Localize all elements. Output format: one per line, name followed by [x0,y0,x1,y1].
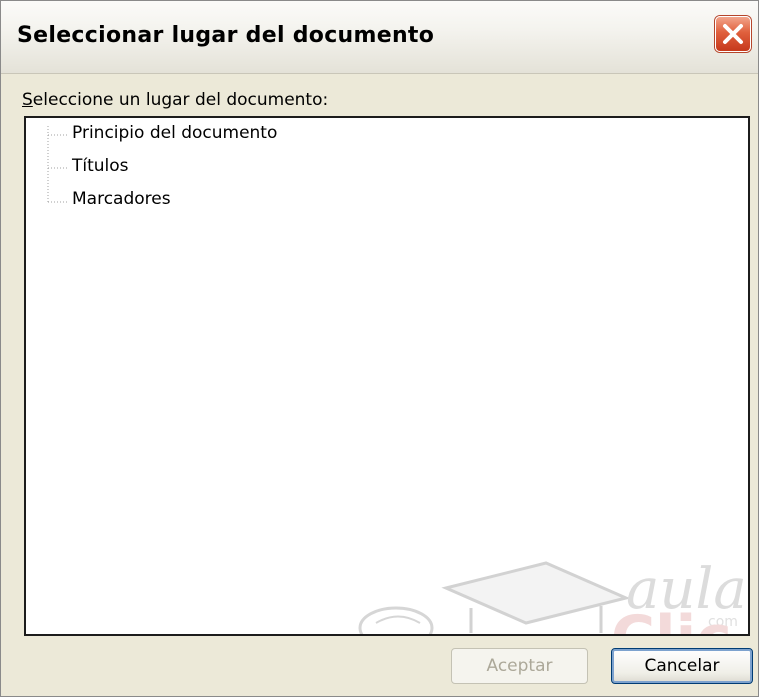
tree-prompt-label: Seleccione un lugar del documento: [22,90,328,110]
accept-button-label: Aceptar [486,656,553,676]
accept-button[interactable]: Aceptar [451,648,588,684]
watermark-word-clic: Clic [611,603,732,634]
title-bar[interactable]: Seleccionar lugar del documento [1,1,758,74]
accesskey-letter: S [22,90,33,110]
close-button[interactable] [715,16,751,52]
close-icon [723,24,743,44]
cancel-button-label: Cancelar [644,656,720,676]
window-title: Seleccionar lugar del documento [17,23,435,48]
cancel-button[interactable]: Cancelar [611,648,753,684]
dialog-window: Seleccionar lugar del documento Seleccio… [0,0,759,697]
prompt-text: eleccione un lugar del documento: [32,90,329,110]
aulaclic-watermark-logo: aula com Clic [358,557,747,634]
document-location-tree[interactable]: Principio del documento Títulos Marcador… [24,116,750,636]
